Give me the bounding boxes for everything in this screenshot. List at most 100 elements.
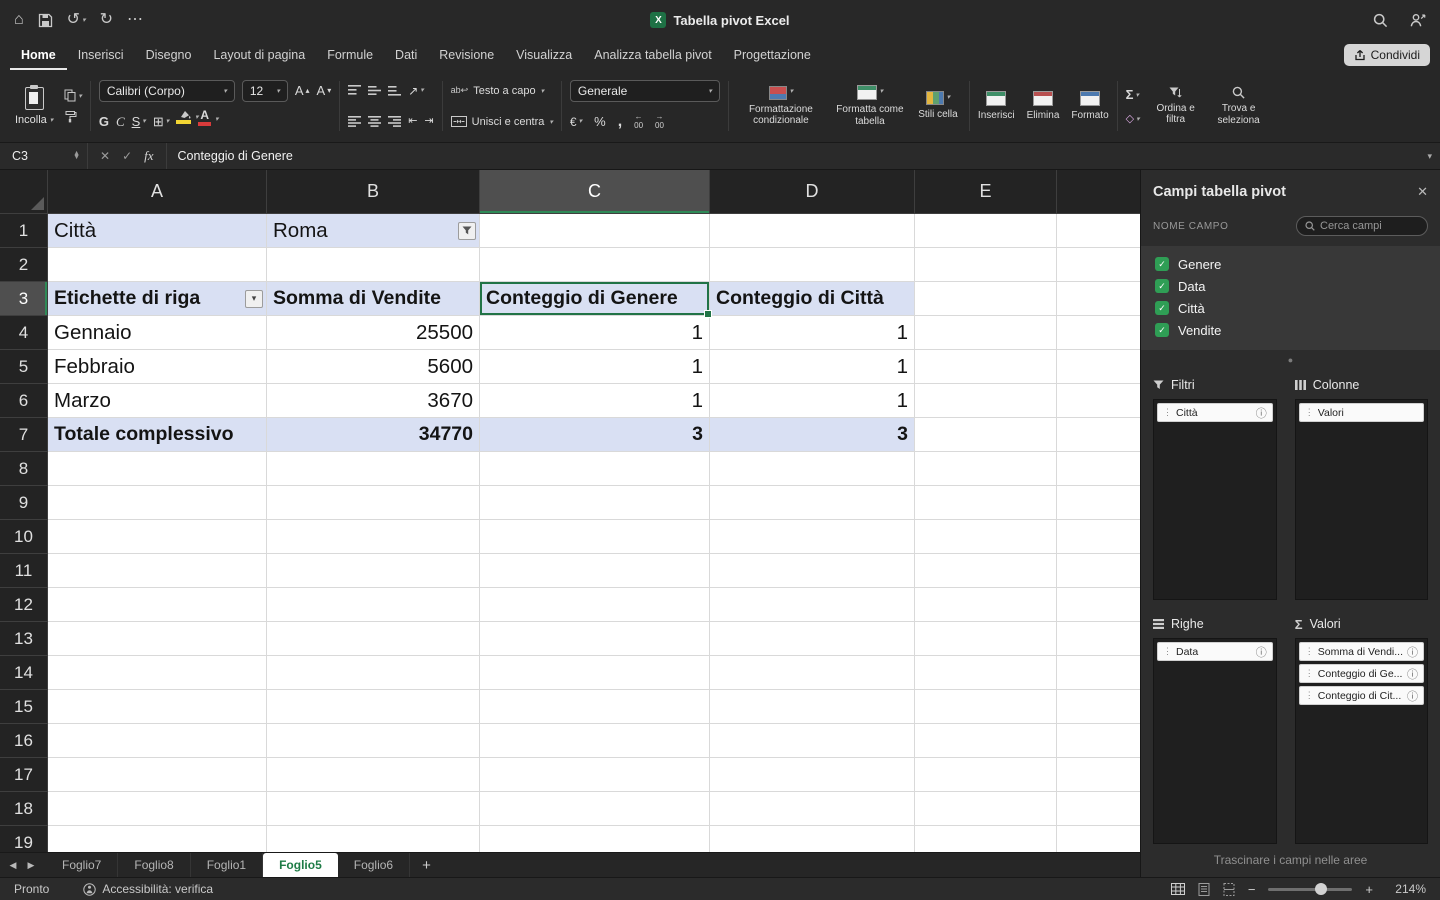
checkbox-checked-icon[interactable]: ✓ [1155,301,1169,315]
cell-A13[interactable] [48,622,267,656]
column-header-B[interactable]: B [267,170,480,214]
row-header-15[interactable]: 15 [0,690,48,724]
row-header-11[interactable]: 11 [0,554,48,588]
info-icon[interactable]: ⓘ [1407,644,1418,660]
sheet-tab-foglio7[interactable]: Foglio7 [46,853,119,877]
merge-center-button[interactable]: Unisci e centra ▾ [450,116,553,128]
cell-C2[interactable] [480,248,710,282]
field-chip[interactable]: ⋮ Data ⓘ [1157,642,1273,662]
cell-C17[interactable] [480,758,710,792]
cell-C3[interactable]: Conteggio di Genere [480,282,712,318]
cell-E11[interactable] [915,554,1057,588]
page-break-view-icon[interactable] [1223,882,1235,896]
formula-bar-expand-icon[interactable]: ▾ [1427,151,1440,162]
field-genere[interactable]: ✓ Genere [1155,253,1426,275]
cell-B3[interactable]: Somma di Vendite [267,282,480,316]
cell-F17[interactable] [1057,758,1140,792]
cell-E14[interactable] [915,656,1057,690]
checkbox-checked-icon[interactable]: ✓ [1155,257,1169,271]
cell-E3[interactable] [915,282,1057,316]
cell-D10[interactable] [710,520,915,554]
cell-C18[interactable] [480,792,710,826]
cell-F2[interactable] [1057,248,1140,282]
cell-A9[interactable] [48,486,267,520]
row-header-1[interactable]: 1 [0,214,48,248]
cell-E17[interactable] [915,758,1057,792]
cell-E18[interactable] [915,792,1057,826]
sheet-tab-foglio8[interactable]: Foglio8 [118,853,191,877]
redo-icon[interactable]: ↻ [100,12,113,28]
cell-B4[interactable]: 25500 [267,316,480,350]
cell-D15[interactable] [710,690,915,724]
cell-F3[interactable] [1057,282,1140,316]
field-chip[interactable]: ⋮ Conteggio di Ge... ⓘ [1298,664,1424,684]
confirm-entry-icon[interactable]: ✓ [122,149,132,163]
cell-E1[interactable] [915,214,1057,248]
cell-B9[interactable] [267,486,480,520]
cell-C5[interactable]: 1 [480,350,710,384]
checkbox-checked-icon[interactable]: ✓ [1155,279,1169,293]
accessibility-status[interactable]: Accessibilità: verifica [83,882,213,896]
area-box-colonne[interactable]: ⋮ Valori [1294,399,1428,601]
cell-A10[interactable] [48,520,267,554]
align-middle-icon[interactable] [368,85,382,96]
cell-F6[interactable] [1057,384,1140,418]
cell-A1[interactable]: Città [48,214,267,248]
cell-C11[interactable] [480,554,710,588]
row-header-2[interactable]: 2 [0,248,48,282]
underline-button[interactable]: S ▾ [132,115,146,128]
cell-C14[interactable] [480,656,710,690]
format-painter-button[interactable] [64,110,82,123]
tab-disegno[interactable]: Disegno [135,41,203,70]
row-header-6[interactable]: 6 [0,384,48,418]
zoom-level[interactable]: 214% [1386,882,1426,896]
cell-E19[interactable] [915,826,1057,852]
cell-F15[interactable] [1057,690,1140,724]
cell-E7[interactable] [915,418,1057,452]
cell-F7[interactable] [1057,418,1140,452]
cell-E9[interactable] [915,486,1057,520]
font-name-select[interactable]: Calibri (Corpo) ▾ [98,79,235,102]
row-header-3[interactable]: 3 [0,282,48,316]
cell-A2[interactable] [48,248,267,282]
cell-C16[interactable] [480,724,710,758]
cell-F12[interactable] [1057,588,1140,622]
paste-button[interactable]: Incolla ▾ [11,84,57,126]
row-header-17[interactable]: 17 [0,758,48,792]
checkbox-checked-icon[interactable]: ✓ [1155,323,1169,337]
column-header-C[interactable]: C [480,170,710,214]
select-all-corner[interactable] [0,170,48,214]
insert-cells-button[interactable]: Inserisci [978,90,1015,122]
tab-progettazione[interactable]: Progettazione [723,41,822,70]
cell-D1[interactable] [710,214,915,248]
cell-D3[interactable]: Conteggio di Città [710,282,915,316]
cell-D9[interactable] [710,486,915,520]
cell-A7[interactable]: Totale complessivo [48,418,267,452]
cell-B7[interactable]: 34770 [267,418,480,452]
formula-input[interactable]: Conteggio di Genere [167,149,1428,163]
cell-B16[interactable] [267,724,480,758]
normal-view-icon[interactable] [1170,883,1185,895]
tab-visualizza[interactable]: Visualizza [505,41,583,70]
cell-C8[interactable] [480,452,710,486]
sheet-tab-foglio1[interactable]: Foglio1 [191,853,264,877]
cell-B13[interactable] [267,622,480,656]
cell-F1[interactable] [1057,214,1140,248]
cell-A4[interactable]: Gennaio [48,316,267,350]
cell-D17[interactable] [710,758,915,792]
cell-E6[interactable] [915,384,1057,418]
name-box[interactable]: C3 ▲ ▼ [0,143,88,169]
cell-A16[interactable] [48,724,267,758]
row-header-13[interactable]: 13 [0,622,48,656]
cell-C10[interactable] [480,520,710,554]
cell-C19[interactable] [480,826,710,852]
cell-C1[interactable] [480,214,710,248]
comma-style-button[interactable]: , [618,113,622,130]
cell-C9[interactable] [480,486,710,520]
field-data[interactable]: ✓ Data [1155,275,1426,297]
decrease-decimal-button[interactable]: → 00 [655,112,664,130]
cell-A19[interactable] [48,826,267,852]
cell-A6[interactable]: Marzo [48,384,267,418]
cell-F19[interactable] [1057,826,1140,852]
tab-layout-di-pagina[interactable]: Layout di pagina [202,41,316,70]
